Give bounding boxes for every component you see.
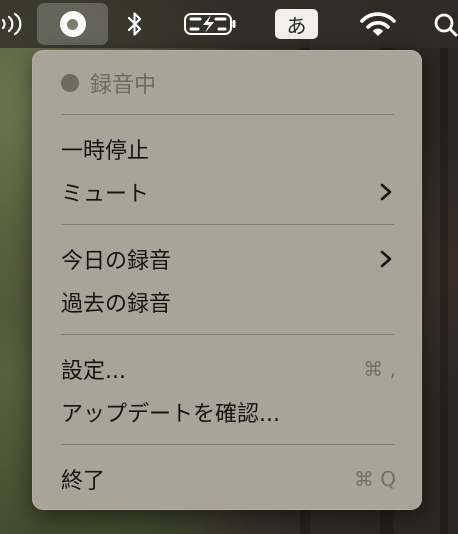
recording-status-item: 録音中 [32, 63, 422, 103]
quit-shortcut: ⌘ Q [353, 467, 396, 491]
wallpaper-detail [440, 40, 448, 534]
menu-separator [61, 444, 394, 445]
menu-item-today-recordings[interactable]: 今日の録音 [32, 239, 422, 279]
recorder-status-icon [59, 11, 86, 37]
wifi-icon[interactable] [358, 0, 398, 48]
chevron-right-icon [380, 183, 392, 201]
spotlight-search-icon[interactable] [432, 0, 458, 48]
quit-label: 終了 [61, 469, 106, 494]
past-recordings-label: 過去の録音 [61, 292, 172, 317]
battery-charging-icon[interactable] [182, 0, 238, 48]
today-recordings-label: 今日の録音 [61, 249, 172, 274]
menu-item-pause[interactable]: 一時停止 [32, 129, 422, 169]
menu-item-quit[interactable]: 終了 ⌘ Q [32, 459, 422, 499]
recording-dot-icon [61, 74, 79, 92]
recording-status-label: 録音中 [90, 73, 157, 98]
recorder-menu-button[interactable] [37, 3, 108, 45]
check-updates-label: アップデートを確認... [61, 402, 280, 427]
menu-item-settings[interactable]: 設定... ⌘ , [32, 349, 422, 389]
pause-label: 一時停止 [61, 139, 150, 164]
settings-label: 設定... [61, 359, 126, 384]
control-center-icon[interactable] [0, 0, 26, 48]
menu-item-mute[interactable]: ミュート [32, 172, 422, 212]
menu-bar: あ [0, 0, 458, 48]
input-source-indicator[interactable]: あ [275, 9, 318, 39]
menu-separator [61, 334, 394, 335]
mute-label: ミュート [61, 182, 150, 207]
menu-item-past-recordings[interactable]: 過去の録音 [32, 282, 422, 322]
menu-separator [61, 114, 394, 115]
bluetooth-icon[interactable] [118, 0, 152, 48]
menu-item-check-updates[interactable]: アップデートを確認... [32, 392, 422, 432]
input-source-label: あ [286, 13, 307, 38]
recorder-dropdown-menu: 録音中 一時停止 ミュート 今日の録音 過去の録音 設定... ⌘ , アップデ… [32, 50, 422, 510]
chevron-right-icon [380, 250, 392, 268]
menu-separator [61, 224, 394, 225]
settings-shortcut: ⌘ , [363, 357, 396, 381]
